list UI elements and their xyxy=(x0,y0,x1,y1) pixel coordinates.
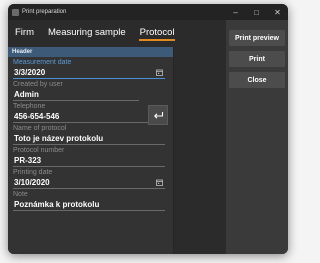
protocol-number-label: Protocol number xyxy=(13,147,65,154)
section-header: Header xyxy=(8,47,173,57)
measurement-date-field: Measurement date 3/3/2020 xyxy=(13,59,165,79)
enter-button[interactable] xyxy=(148,105,168,125)
protocol-name-value: Toto je název protokolu xyxy=(14,133,104,143)
actions-panel: Print preview Print Close xyxy=(226,20,288,254)
measurement-date-label: Measurement date xyxy=(13,59,72,66)
panel-divider xyxy=(173,47,174,254)
window-title: Print preparation xyxy=(22,9,67,15)
protocol-form: Header Measurement date 3/3/2020 Created… xyxy=(8,47,173,254)
protocol-number-value: PR-323 xyxy=(14,155,42,165)
printing-date-label: Printing date xyxy=(13,169,53,176)
created-by-value: Admin xyxy=(14,89,39,99)
telephone-value: 456-654-546 xyxy=(14,111,60,121)
telephone-input[interactable]: 456-654-546 xyxy=(13,111,165,123)
print-button[interactable]: Print xyxy=(229,51,285,67)
note-field: Note Poznámka k protokolu xyxy=(13,191,165,211)
close-button[interactable]: Close xyxy=(229,72,285,88)
created-by-label: Created by user xyxy=(13,81,63,88)
calendar-icon[interactable] xyxy=(156,69,163,76)
measurement-date-value: 3/3/2020 xyxy=(14,67,46,77)
protocol-number-input[interactable]: PR-323 xyxy=(13,155,165,167)
tab-firm[interactable]: Firm xyxy=(8,20,41,44)
tab-protocol[interactable]: Protocol xyxy=(133,20,182,44)
printing-date-value: 3/10/2020 xyxy=(14,177,50,187)
created-by-field: Created by user Admin xyxy=(13,81,165,101)
tab-measuring-sample[interactable]: Measuring sample xyxy=(41,20,133,44)
tab-bar: Firm Measuring sample Protocol xyxy=(8,20,226,44)
protocol-name-label: Name of protocol xyxy=(13,125,67,132)
telephone-label: Telephone xyxy=(13,103,46,110)
minimize-button[interactable]: – xyxy=(225,4,246,20)
protocol-name-field: Name of protocol Toto je název protokolu xyxy=(13,125,165,145)
title-bar: Print preparation – □ ✕ xyxy=(8,4,288,20)
protocol-number-field: Protocol number PR-323 xyxy=(13,147,165,167)
measurement-date-input[interactable]: 3/3/2020 xyxy=(13,67,165,79)
printing-date-input[interactable]: 3/10/2020 xyxy=(13,177,165,189)
telephone-field: Telephone 456-654-546 xyxy=(13,103,165,123)
close-window-button[interactable]: ✕ xyxy=(267,4,288,20)
note-label: Note xyxy=(13,191,28,198)
enter-arrow-icon xyxy=(153,111,163,119)
print-preview-button[interactable]: Print preview xyxy=(229,30,285,46)
app-icon xyxy=(12,8,19,16)
note-input[interactable]: Poznámka k protokolu xyxy=(13,199,165,211)
calendar-icon[interactable] xyxy=(156,179,163,186)
print-preparation-window: Print preparation – □ ✕ Firm Measuring s… xyxy=(8,4,288,254)
note-value: Poznámka k protokolu xyxy=(14,199,100,209)
protocol-name-input[interactable]: Toto je název protokolu xyxy=(13,133,165,145)
printing-date-field: Printing date 3/10/2020 xyxy=(13,169,165,189)
maximize-button[interactable]: □ xyxy=(246,4,267,20)
created-by-input[interactable]: Admin xyxy=(13,89,139,101)
window-controls: – □ ✕ xyxy=(225,4,288,20)
